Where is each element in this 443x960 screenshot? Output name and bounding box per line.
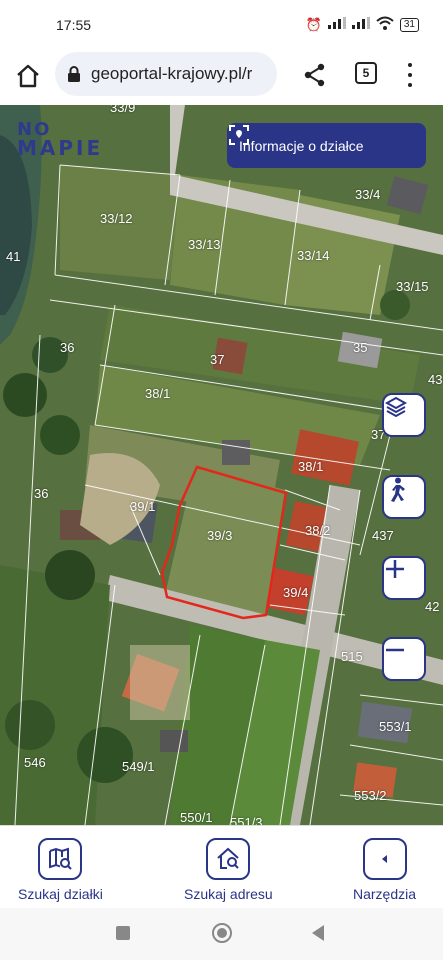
logo-text-bottom: MAPIE	[17, 136, 104, 160]
search-address-label: Szukaj adresu	[184, 886, 273, 902]
status-icons: ⏰ 31	[306, 16, 419, 33]
recents-icon[interactable]	[116, 926, 130, 940]
parcel-label[interactable]: 550/1	[180, 810, 213, 825]
tab-count-button[interactable]: 5	[355, 62, 377, 84]
search-address-nav[interactable]: Szukaj adresu	[184, 838, 273, 902]
parcel-label[interactable]: 33/14	[297, 248, 330, 263]
layers-button[interactable]	[382, 393, 426, 437]
signal-icon	[327, 17, 346, 32]
home-icon[interactable]	[14, 62, 42, 90]
parcel-label[interactable]: 38/1	[145, 386, 170, 401]
street-view-button[interactable]	[382, 475, 426, 519]
parcel-select-icon	[229, 125, 249, 145]
house-search-icon	[206, 838, 251, 880]
parcel-label[interactable]: 39/4	[283, 585, 308, 600]
more-icon[interactable]	[400, 60, 420, 90]
parcel-label[interactable]: 33/12	[100, 211, 133, 226]
status-bar: 17:55 ⏰ 31	[0, 0, 443, 50]
pedestrian-icon	[391, 477, 405, 502]
parcel-label[interactable]: 36	[60, 340, 74, 355]
url-text: geoportal-krajowy.pl/r	[91, 64, 253, 83]
wifi-icon	[376, 16, 394, 33]
alarm-icon: ⏰	[305, 16, 322, 32]
browser-toolbar: geoportal-krajowy.pl/r 5	[0, 50, 443, 105]
parcel-label[interactable]: 33/4	[355, 187, 380, 202]
tools-nav[interactable]: Narzędzia	[353, 838, 416, 902]
address-bar[interactable]: geoportal-krajowy.pl/r	[55, 52, 277, 96]
signal-icon	[351, 17, 370, 32]
lock-icon	[68, 66, 80, 82]
parcel-label[interactable]: 553/2	[354, 788, 387, 803]
map-view[interactable]: 33/9 33/12 33/13 33/14 33/4 33/15 41 36 …	[0, 105, 443, 825]
map-search-icon	[38, 838, 83, 880]
back-icon[interactable]	[312, 925, 324, 941]
parcel-label[interactable]: 549/1	[122, 759, 155, 774]
share-icon[interactable]	[302, 62, 328, 88]
parcel-label[interactable]: 38/1	[298, 459, 323, 474]
parcel-label[interactable]: 43	[428, 372, 442, 387]
bottom-navigation: Szukaj działki Szukaj adresu Narzędzia	[0, 825, 443, 908]
parcel-label[interactable]: 42	[425, 599, 439, 614]
parcel-label[interactable]: 515	[341, 649, 363, 664]
search-parcel-label: Szukaj działki	[18, 886, 103, 902]
parcel-label[interactable]: 546	[24, 755, 46, 770]
nomapie-logo: NO MAPIE	[17, 119, 103, 160]
tools-label: Narzędzia	[353, 886, 417, 902]
satellite-map	[0, 105, 443, 825]
home-icon[interactable]	[212, 923, 232, 943]
parcel-label[interactable]: 35	[353, 340, 367, 355]
parcel-label[interactable]: 38/2	[305, 523, 330, 538]
zoom-in-icon	[386, 560, 404, 578]
status-time: 17:55	[56, 17, 92, 33]
zoom-out-button[interactable]	[382, 637, 426, 681]
layers-icon	[384, 396, 408, 418]
zoom-out-icon	[386, 648, 404, 652]
parcel-label[interactable]: 437	[372, 528, 394, 543]
search-parcel-nav[interactable]: Szukaj działki	[18, 838, 103, 902]
parcel-label[interactable]: 33/13	[188, 237, 221, 252]
parcel-label[interactable]: 37	[210, 352, 224, 367]
parcel-label[interactable]: 33/9	[110, 105, 135, 115]
parcel-label[interactable]: 551/3	[230, 815, 263, 825]
parcel-info-button[interactable]: Informacje o działce	[227, 123, 426, 168]
system-navigation-bar	[0, 908, 443, 960]
parcel-label[interactable]: 36	[34, 486, 48, 501]
battery-icon: 31	[399, 17, 419, 32]
parcel-label[interactable]: 33/15	[396, 279, 429, 294]
chevron-left-icon	[362, 838, 407, 880]
parcel-label[interactable]: 39/3	[207, 528, 232, 543]
parcel-label[interactable]: 553/1	[379, 719, 412, 734]
zoom-in-button[interactable]	[382, 556, 426, 600]
parcel-label[interactable]: 41	[6, 249, 20, 264]
parcel-label[interactable]: 39/1	[130, 499, 155, 514]
parcel-info-label: Informacje o działce	[239, 137, 364, 154]
